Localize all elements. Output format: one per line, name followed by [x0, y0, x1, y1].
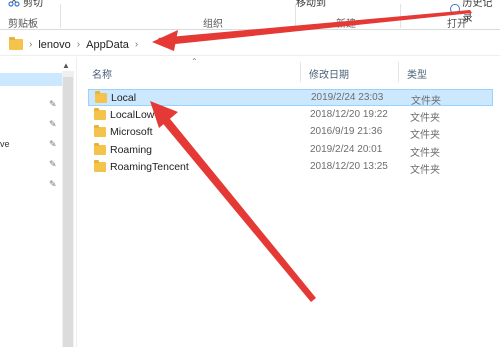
file-date: 2019/2/24 20:01 [310, 144, 383, 155]
group-open: 打开 [447, 19, 467, 30]
cut-label: 剪切 [23, 0, 43, 9]
folder-icon [94, 160, 106, 172]
column-divider[interactable] [300, 62, 301, 82]
pin-icon[interactable]: ✎ [49, 139, 57, 150]
column-divider[interactable] [398, 62, 399, 82]
ribbon-divider [60, 4, 61, 28]
pin-icon[interactable]: ✎ [49, 119, 57, 130]
folder-icon [9, 37, 23, 50]
file-date: 2019/2/24 23:03 [311, 92, 384, 103]
file-name: Microsoft [110, 126, 153, 138]
group-clipboard: 剪贴板 [8, 19, 38, 30]
scissors-icon [8, 0, 20, 7]
file-type: 文件夹 [410, 148, 440, 159]
nav-scrollbar-thumb[interactable] [63, 77, 73, 347]
chevron-right-icon[interactable]: › [135, 39, 138, 50]
column-header: 名称 修改日期 类型 [80, 60, 500, 84]
file-name: Roaming [110, 144, 153, 156]
group-new: 新建 [336, 19, 356, 30]
file-row-roaming[interactable]: Roaming 2019/2/24 20:01 文件夹 [88, 142, 493, 159]
pin-icon[interactable]: ✎ [49, 179, 57, 190]
ribbon: 剪切 移动到 历史记录 剪贴板 组织 新建 打开 [0, 0, 500, 30]
folder-icon [94, 125, 106, 137]
column-name[interactable]: 名称 [92, 66, 112, 81]
file-type: 文件夹 [410, 130, 440, 141]
breadcrumb-appdata[interactable]: AppData [86, 39, 129, 51]
history-label: 历史记录 [462, 0, 493, 24]
address-bar[interactable]: › lenovo › AppData › [0, 34, 500, 56]
navigation-pane: ✎ ✎ ve ✎ ✎ ✎ ▲ [0, 57, 77, 347]
pin-icon[interactable]: ✎ [49, 159, 57, 170]
group-organize: 组织 [203, 19, 223, 30]
file-row-locallow[interactable]: LocalLow 2018/12/20 19:22 文件夹 [88, 107, 493, 124]
file-type: 文件夹 [411, 96, 441, 107]
file-row-local[interactable]: Local 2019/2/24 23:03 文件夹 [88, 89, 493, 107]
file-type: 文件夹 [410, 165, 440, 176]
file-date: 2016/9/19 21:36 [310, 126, 383, 137]
folder-icon [95, 91, 107, 103]
scroll-up-icon[interactable]: ▲ [62, 61, 70, 70]
file-row-microsoft[interactable]: Microsoft 2016/9/19 21:36 文件夹 [88, 124, 493, 141]
column-type[interactable]: 类型 [407, 66, 427, 81]
nav-selected-item[interactable] [0, 73, 62, 86]
chevron-right-icon[interactable]: › [29, 39, 32, 50]
file-type: 文件夹 [410, 113, 440, 124]
folder-icon [94, 143, 106, 155]
file-name: Local [111, 92, 137, 104]
breadcrumb-lenovo[interactable]: lenovo [38, 39, 70, 51]
file-name: LocalLow [110, 109, 155, 121]
column-date[interactable]: 修改日期 [309, 66, 349, 81]
pin-icon[interactable]: ✎ [49, 99, 57, 110]
file-row-roamingtencent[interactable]: RoamingTencent 2018/12/20 13:25 文件夹 [88, 159, 493, 176]
ribbon-divider [400, 4, 401, 28]
file-name: RoamingTencent [110, 161, 189, 173]
move-to-button[interactable]: 移动到 [296, 0, 326, 9]
ribbon-divider [295, 4, 296, 28]
history-icon [450, 4, 460, 14]
chevron-right-icon[interactable]: › [77, 39, 80, 50]
cut-button[interactable]: 剪切 [8, 0, 43, 9]
file-date: 2018/12/20 19:22 [310, 109, 388, 120]
file-date: 2018/12/20 13:25 [310, 161, 388, 172]
folder-icon [94, 108, 106, 120]
nav-item-partial[interactable]: ve [0, 139, 10, 149]
